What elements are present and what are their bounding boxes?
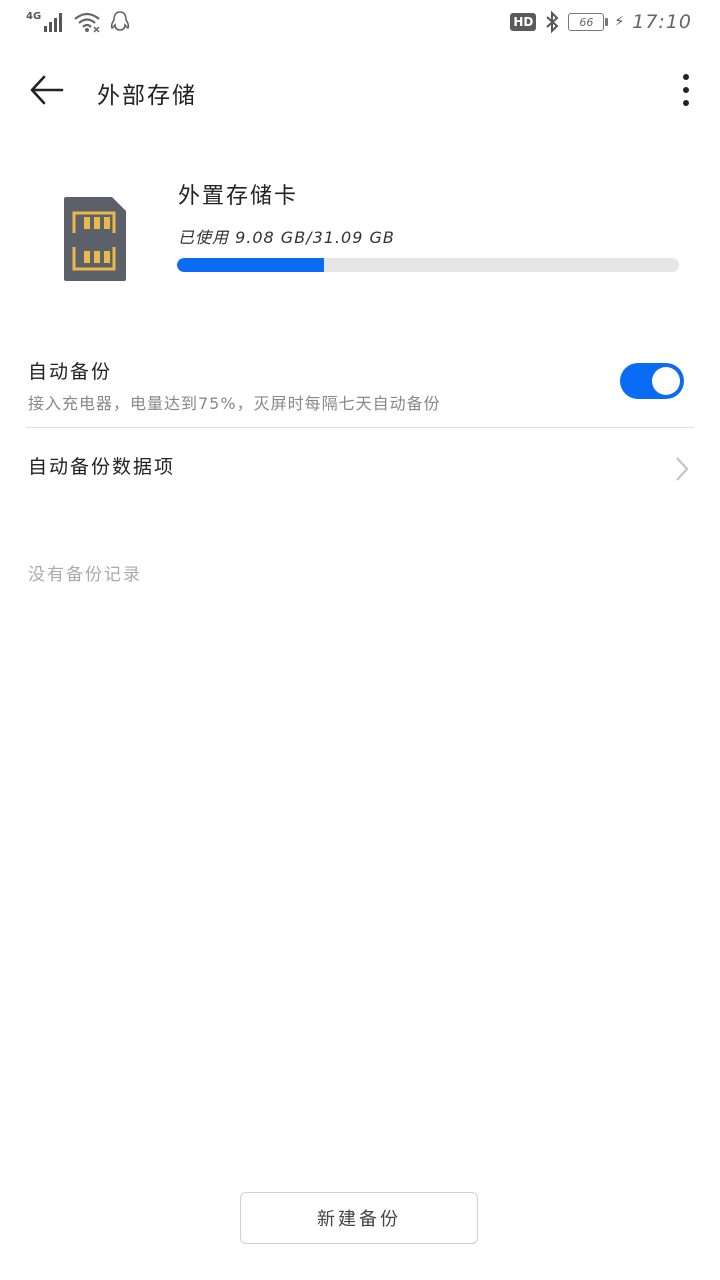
new-backup-button[interactable]: 新建备份	[240, 1192, 478, 1244]
more-options-icon[interactable]	[680, 72, 692, 108]
auto-backup-items-title: 自动备份数据项	[28, 456, 176, 478]
storage-card-name: 外置存储卡	[178, 184, 299, 209]
battery-level: 66	[579, 15, 594, 29]
status-bar: 4G HD 66 ⚡ 17:10	[0, 0, 720, 50]
empty-backup-message: 没有备份记录	[28, 565, 142, 585]
auto-backup-items-row[interactable]: 自动备份数据项	[0, 440, 720, 496]
page-title: 外部存储	[97, 83, 197, 109]
network-type: 4G	[26, 10, 42, 22]
battery-indicator: 66	[568, 13, 609, 31]
chevron-right-icon	[676, 457, 689, 481]
sd-card-icon	[64, 197, 126, 281]
app-header: 外部存储	[0, 60, 720, 120]
auto-backup-row[interactable]: 自动备份 接入充电器，电量达到75%，灭屏时每隔七天自动备份	[0, 345, 720, 427]
hd-badge: HD	[510, 13, 537, 31]
charging-icon: ⚡	[614, 14, 625, 30]
storage-usage-text: 已使用 9.08 GB/31.09 GB	[178, 228, 395, 247]
toggle-knob	[652, 367, 680, 395]
wifi-icon	[74, 12, 100, 33]
auto-backup-subtitle: 接入充电器，电量达到75%，灭屏时每隔七天自动备份	[28, 394, 441, 413]
storage-usage-fill	[177, 258, 324, 272]
auto-backup-toggle[interactable]	[620, 363, 684, 399]
divider	[26, 427, 694, 428]
status-left: 4G	[26, 10, 131, 34]
storage-usage-bar	[177, 258, 679, 272]
bluetooth-icon	[546, 10, 559, 34]
back-arrow-icon[interactable]	[28, 72, 68, 108]
status-right: HD 66 ⚡ 17:10	[510, 10, 692, 34]
auto-backup-title: 自动备份	[28, 361, 113, 383]
signal-icon	[44, 13, 63, 32]
qq-icon	[110, 11, 130, 31]
status-time: 17:10	[632, 11, 692, 33]
